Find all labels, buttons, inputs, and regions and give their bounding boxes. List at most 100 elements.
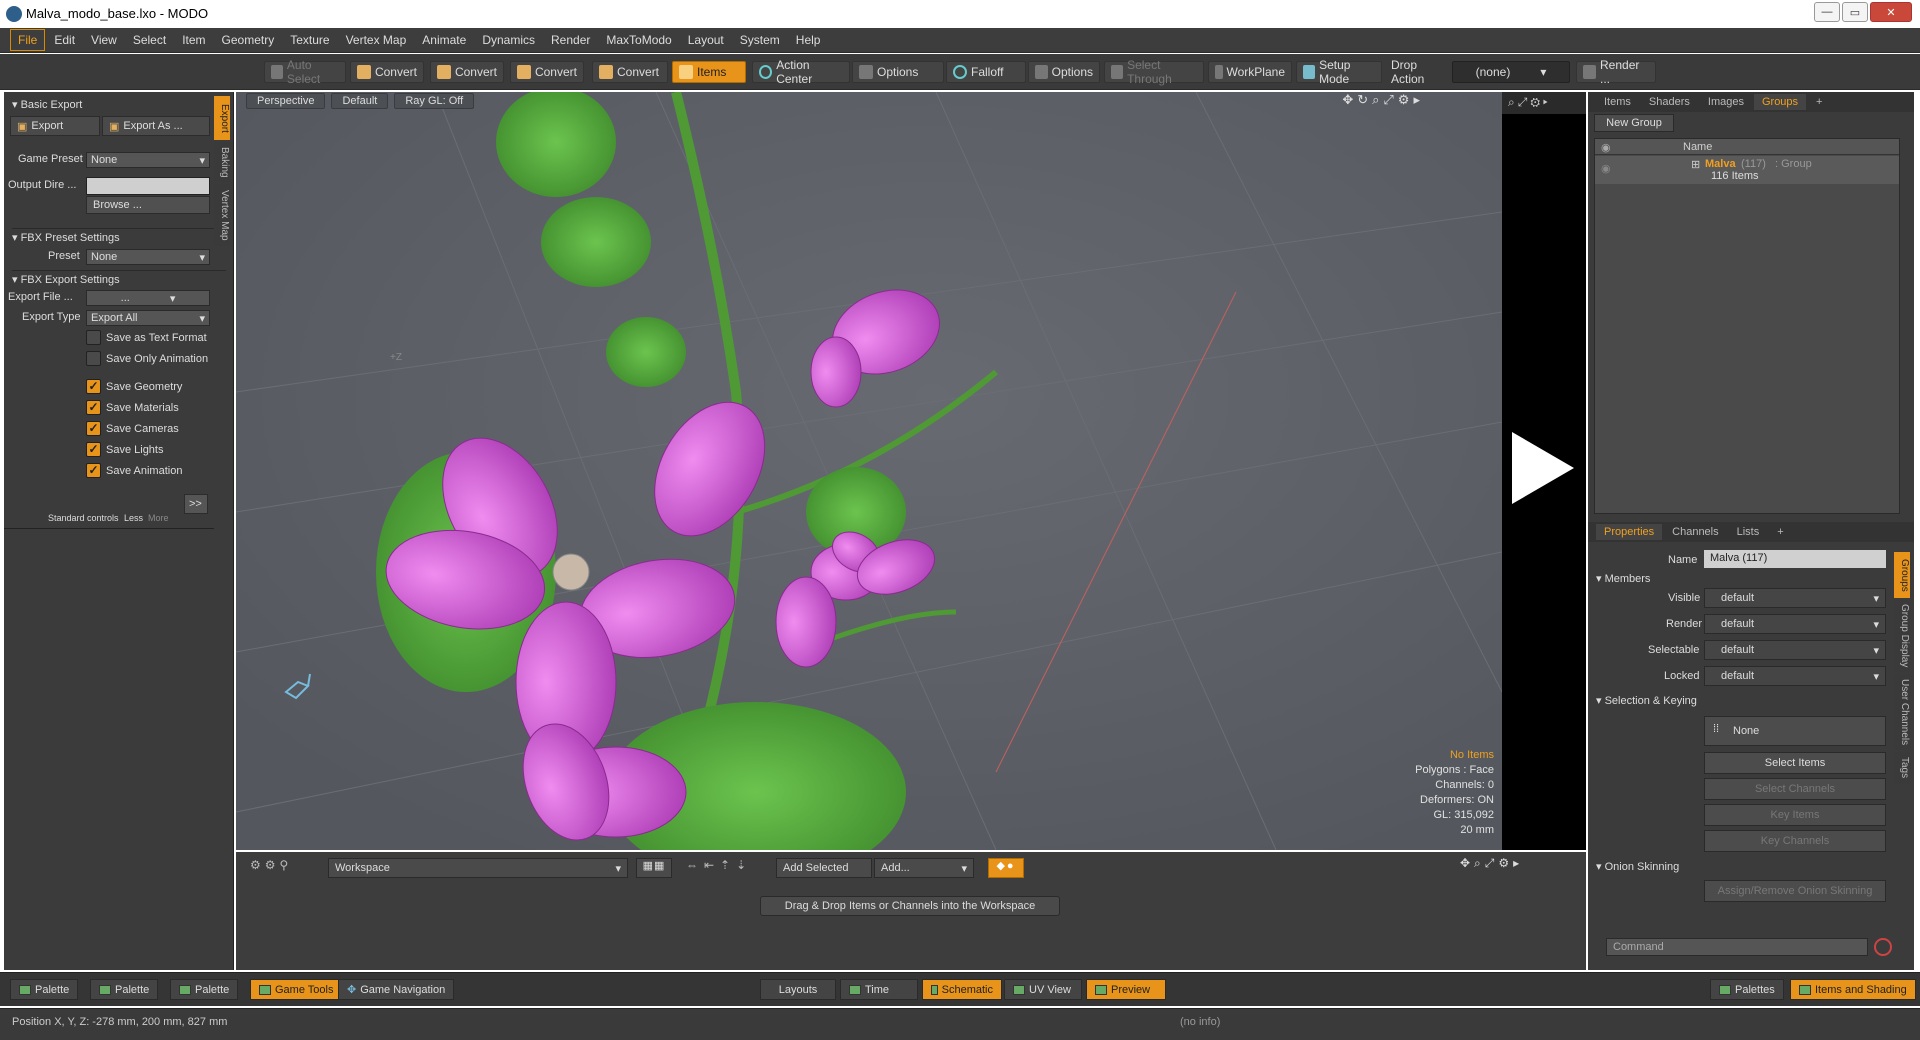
export-type-select[interactable]: Export All ▾ [86,310,210,326]
minimize-button[interactable]: — [1814,2,1840,22]
save-lights-checkbox[interactable]: ✓ [86,442,101,457]
add-tab-button[interactable]: + [1808,94,1830,110]
workspace-nav-icons[interactable]: ✥⌕⤢⚙▸ [1460,856,1560,874]
save-anim-only-checkbox[interactable] [86,351,101,366]
menu-view[interactable]: View [84,30,124,50]
visible-select[interactable]: default ▾ [1704,588,1886,608]
raygl-button[interactable]: Ray GL: Off [394,93,475,109]
options-button-1[interactable]: Options [852,61,944,83]
auto-select-button[interactable]: Auto Select [264,58,346,86]
save-materials-checkbox[interactable]: ✓ [86,400,101,415]
tab-group-display[interactable]: Group Display [1894,600,1910,672]
palette-button-3[interactable]: Palette [170,979,239,1000]
none-button[interactable]: ⁞⁞ None [1704,716,1886,746]
drop-action-select[interactable]: (none) ▾ [1452,61,1570,83]
uv-view-button[interactable]: UV View [1004,979,1082,1000]
less-link[interactable]: Less [124,513,143,523]
list-item[interactable]: ◉ ⊞ Malva (117) : Group 116 Items [1595,156,1899,184]
menu-dynamics[interactable]: Dynamics [475,30,542,50]
select-through-button[interactable]: Select Through [1104,58,1204,86]
palettes-button[interactable]: Palettes [1710,979,1784,1000]
workplane-button[interactable]: WorkPlane [1208,61,1292,83]
menu-layout[interactable]: Layout [681,30,731,50]
menu-vertex-map[interactable]: Vertex Map [339,30,414,50]
new-group-button[interactable]: New Group [1594,114,1674,132]
tab-baking[interactable]: Baking [214,142,230,182]
menu-geometry[interactable]: Geometry [215,30,282,50]
setup-mode-button[interactable]: Setup Mode [1296,58,1382,86]
save-geometry-checkbox[interactable]: ✓ [86,379,101,394]
menu-animate[interactable]: Animate [415,30,473,50]
menu-select[interactable]: Select [126,30,173,50]
select-items-button[interactable]: Select Items [1704,752,1886,774]
selectable-select[interactable]: default ▾ [1704,640,1886,660]
options-button-2[interactable]: Options [1028,61,1100,83]
viewport-nav-icons[interactable]: ✥↻⌕⤢⚙▸ [1342,92,1424,108]
tab-lists[interactable]: Lists [1729,524,1768,540]
game-preset-select[interactable]: None ▾ [86,152,210,168]
workspace-select[interactable]: Workspace ▾ [328,858,628,878]
tab-export[interactable]: Export [214,96,230,140]
action-center-button[interactable]: Action Center [752,58,850,86]
workspace-arrow-icons[interactable]: ⇔⇤⇡⇣ [686,858,756,878]
items-shading-button[interactable]: Items and Shading [1790,979,1916,1000]
menu-render[interactable]: Render [544,30,597,50]
save-cameras-checkbox[interactable]: ✓ [86,421,101,436]
preview-panel[interactable]: ⌕⤢⚙▸ [1502,92,1586,850]
export-file-select[interactable]: ... ▾ [86,290,210,306]
browse-button[interactable]: Browse ... [86,196,210,214]
workspace-tool-icons[interactable]: ⚙⚙⚲ [250,858,310,876]
convert-button-1[interactable]: Convert [350,61,424,83]
convert-button-4[interactable]: Convert [592,61,668,83]
tab-user-channels[interactable]: User Channels [1894,674,1910,750]
record-icon[interactable] [1874,938,1892,956]
add-selected-button[interactable]: Add Selected [776,858,872,878]
palette-button-1[interactable]: Palette [10,979,79,1000]
convert-button-2[interactable]: Convert [430,61,504,83]
tab-properties[interactable]: Properties [1596,524,1663,540]
eye-icon[interactable]: ◉ [1601,162,1611,175]
command-input[interactable]: Command [1606,938,1868,956]
render-select[interactable]: default ▾ [1704,614,1886,634]
3d-viewport[interactable]: Perspective Default Ray GL: Off ✥↻⌕⤢⚙▸ +… [236,92,1502,850]
tab-items[interactable]: Items [1596,94,1639,110]
key-channels-button[interactable]: Key Channels [1704,830,1886,852]
expand-button[interactable]: >> [184,494,208,514]
perspective-button[interactable]: Perspective [246,93,326,109]
menu-help[interactable]: Help [789,30,828,50]
layouts-button[interactable]: Layouts [760,979,836,1000]
key-items-button[interactable]: Key Items [1704,804,1886,826]
menu-texture[interactable]: Texture [283,30,336,50]
export-button[interactable]: ▣ Export [10,116,100,136]
schematic-workspace[interactable]: ⚙⚙⚲ Workspace ▾ ▦▦ ⇔⇤⇡⇣ Add Selected Add.… [236,852,1586,970]
palette-button-2[interactable]: Palette [90,979,159,1000]
menu-system[interactable]: System [733,30,787,50]
assign-onion-button[interactable]: Assign/Remove Onion Skinning [1704,880,1886,902]
menu-item[interactable]: Item [175,30,212,50]
game-tools-button[interactable]: Game Tools [250,979,343,1000]
tab-images[interactable]: Images [1700,94,1752,110]
maximize-button[interactable]: ▭ [1842,2,1868,22]
items-mode-button[interactable]: Items [672,61,746,83]
menu-maxtomodo[interactable]: MaxToModo [599,30,678,50]
select-channels-button[interactable]: Select Channels [1704,778,1886,800]
convert-button-3[interactable]: Convert [510,61,584,83]
name-input[interactable]: Malva (117) [1704,550,1886,568]
save-text-checkbox[interactable] [86,330,101,345]
menu-edit[interactable]: Edit [47,30,82,50]
game-navigation-button[interactable]: ✥ Game Navigation [338,979,455,1000]
tab-shaders[interactable]: Shaders [1641,94,1698,110]
locked-select[interactable]: default ▾ [1704,666,1886,686]
falloff-button[interactable]: Falloff [946,61,1026,83]
render-button[interactable]: Render ... [1576,58,1656,86]
close-button[interactable]: ✕ [1870,2,1912,22]
default-button[interactable]: Default [331,93,389,109]
more-link[interactable]: More [148,513,169,523]
tab-groups[interactable]: Groups [1753,94,1807,110]
tab-tags[interactable]: Tags [1894,752,1910,784]
time-button[interactable]: Time [840,979,918,1000]
add-tab-button[interactable]: + [1769,524,1791,540]
menu-file[interactable]: File [10,29,46,51]
preview-toolbar-icons[interactable]: ⌕⤢⚙▸ [1502,92,1586,114]
node-toggle-icons[interactable]: ◆● [988,858,1024,878]
